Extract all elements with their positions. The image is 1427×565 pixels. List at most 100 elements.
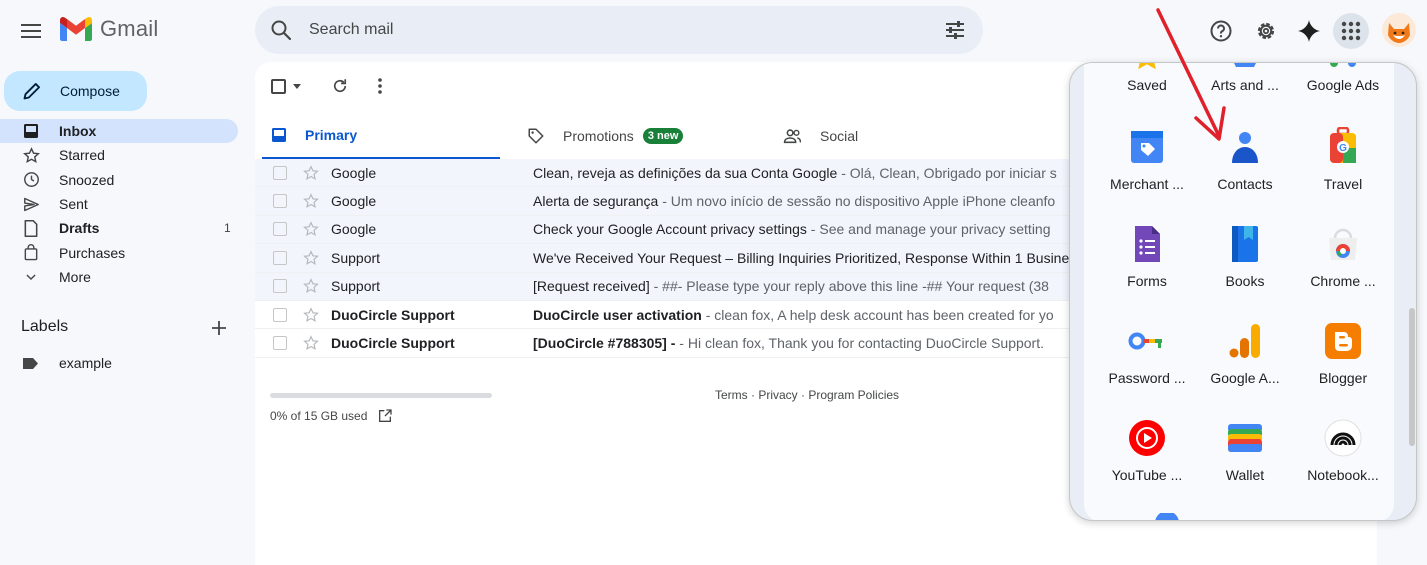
app-youtube-music[interactable]: YouTube ...	[1098, 418, 1196, 508]
app-google-analytics[interactable]: Google A...	[1196, 321, 1294, 411]
sidebar-nav: Inbox Starred Snoozed Sent Drafts 1 Purc…	[0, 119, 240, 289]
gmail-logo[interactable]: Gmail	[60, 16, 158, 42]
app-notebooklm[interactable]: Notebook...	[1294, 418, 1392, 508]
sidebar-item-label: Inbox	[59, 123, 97, 140]
create-label-button[interactable]	[208, 317, 230, 339]
google-analytics-icon	[1229, 324, 1260, 358]
row-checkbox[interactable]	[273, 250, 287, 265]
email-subject: DuoCircle user activation	[533, 306, 702, 323]
app-label: Chrome ...	[1310, 273, 1376, 289]
shopping-bag-icon	[22, 244, 40, 262]
contacts-icon	[1232, 132, 1258, 163]
star-icon	[22, 146, 40, 164]
sidebar-item-snoozed[interactable]: Snoozed	[0, 168, 240, 192]
footer-links[interactable]: Terms · Privacy · Program Policies	[715, 388, 899, 402]
app-label: Google A...	[1210, 370, 1280, 386]
compose-button[interactable]: Compose	[4, 71, 147, 111]
star-icon[interactable]	[303, 250, 319, 266]
tab-social[interactable]: Social	[783, 112, 858, 160]
sidebar-item-label: Drafts	[59, 220, 100, 237]
settings-button[interactable]	[1248, 13, 1284, 49]
tab-label: Primary	[305, 126, 358, 143]
sidebar-item-purchases[interactable]: Purchases	[0, 240, 240, 264]
notebooklm-icon	[1324, 419, 1362, 457]
app-label: Notebook...	[1307, 467, 1379, 483]
people-icon	[783, 129, 802, 144]
tab-label: Promotions	[563, 128, 634, 144]
apps-panel-scrollbar[interactable]	[1409, 308, 1415, 446]
tab-primary[interactable]: Primary	[262, 112, 500, 160]
star-icon[interactable]	[303, 278, 319, 294]
app-chrome-web-store[interactable]: Chrome ...	[1294, 224, 1392, 314]
app-password-manager[interactable]: Password ...	[1098, 321, 1196, 411]
books-icon	[1232, 226, 1258, 262]
more-actions-button[interactable]	[377, 76, 383, 96]
sidebar-item-inbox[interactable]: Inbox	[0, 119, 238, 144]
row-checkbox[interactable]	[273, 336, 287, 351]
sidebar-item-sent[interactable]: Sent	[0, 192, 240, 216]
row-checkbox[interactable]	[273, 279, 287, 294]
row-checkbox[interactable]	[273, 222, 287, 237]
app-label: Wallet	[1225, 467, 1265, 483]
partially-visible-app-icon	[1155, 513, 1179, 520]
password-manager-icon	[1128, 332, 1162, 350]
star-icon[interactable]	[303, 335, 319, 351]
app-label: Google Ads	[1306, 77, 1380, 93]
app-books[interactable]: Books	[1196, 224, 1294, 314]
email-subject: Alerta de segurança	[533, 193, 659, 210]
star-icon[interactable]	[303, 193, 319, 209]
search-bar[interactable]	[255, 6, 983, 54]
email-sender: Google	[331, 164, 377, 181]
caret-down-icon	[293, 84, 301, 89]
sidebar-item-label: Snoozed	[59, 171, 115, 188]
sidebar-item-label: Starred	[59, 147, 105, 164]
forms-icon	[1135, 226, 1160, 262]
search-options-icon[interactable]	[943, 18, 967, 42]
tab-promotions[interactable]: Promotions 3 new	[527, 112, 684, 160]
app-travel[interactable]: G Travel	[1294, 127, 1392, 217]
main-menu-button[interactable]	[14, 14, 48, 48]
apps-grid: Saved Arts and ... Google Ads Merchant .…	[1084, 63, 1394, 520]
sidebar-item-label: More	[59, 268, 91, 285]
sidebar-item-starred[interactable]: Starred	[0, 143, 240, 167]
refresh-button[interactable]	[331, 76, 349, 96]
star-icon[interactable]	[303, 306, 319, 323]
app-blogger[interactable]: Blogger	[1294, 321, 1392, 411]
gemini-sparkle-icon	[1298, 20, 1320, 42]
email-sender: DuoCircle Support	[331, 306, 455, 323]
new-count-badge: 3 new	[642, 128, 684, 144]
refresh-icon	[333, 79, 347, 93]
email-subject: [Request received]	[533, 278, 650, 295]
storage-usage-bar	[270, 393, 492, 398]
fox-avatar-icon	[1388, 23, 1410, 43]
row-checkbox[interactable]	[273, 307, 287, 322]
row-checkbox[interactable]	[273, 165, 287, 180]
select-all-button[interactable]	[271, 76, 302, 96]
app-forms[interactable]: Forms	[1098, 224, 1196, 314]
search-icon[interactable]	[269, 18, 293, 42]
gemini-button[interactable]	[1291, 13, 1327, 49]
open-in-new-icon[interactable]	[377, 408, 393, 424]
labels-heading: Labels	[21, 318, 69, 335]
account-avatar[interactable]	[1382, 13, 1416, 47]
clock-icon	[22, 171, 40, 189]
chevron-down-icon	[22, 268, 40, 286]
label-item-example[interactable]: example	[22, 352, 112, 374]
app-wallet[interactable]: Wallet	[1196, 418, 1294, 508]
app-label: Merchant ...	[1110, 176, 1184, 192]
sidebar-item-label: Purchases	[59, 244, 126, 261]
send-icon	[22, 195, 40, 213]
app-label: Forms	[1127, 273, 1167, 289]
row-checkbox[interactable]	[273, 194, 287, 209]
search-input[interactable]	[309, 16, 869, 44]
pencil-icon	[23, 83, 40, 100]
star-icon[interactable]	[303, 164, 319, 181]
email-subject: We've Received Your Request – Billing In…	[533, 249, 1070, 266]
sidebar-item-more[interactable]: More	[0, 265, 240, 289]
google-ads-icon	[1330, 63, 1356, 67]
google-apps-button[interactable]	[1333, 13, 1369, 49]
app-name: Gmail	[100, 16, 159, 41]
select-checkbox-icon	[271, 78, 286, 94]
sidebar-item-drafts[interactable]: Drafts 1	[0, 216, 240, 240]
star-icon[interactable]	[303, 221, 319, 237]
